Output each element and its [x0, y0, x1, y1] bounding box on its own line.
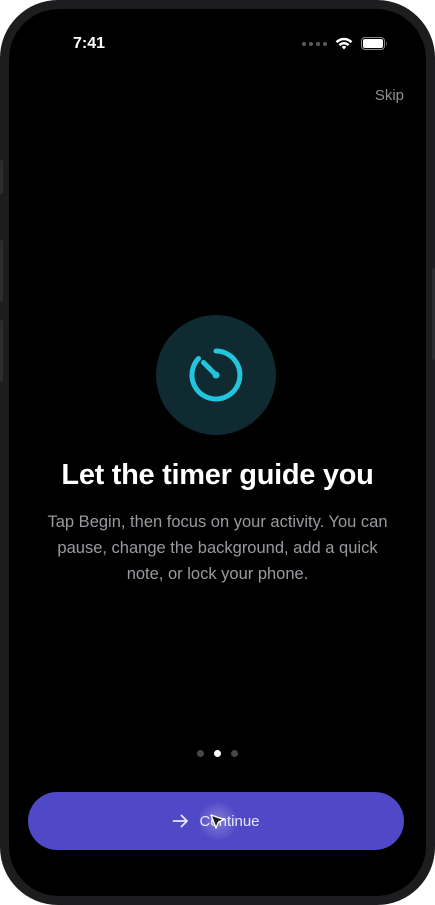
timer-icon-badge: [156, 315, 276, 435]
status-indicators: [302, 37, 388, 50]
continue-button[interactable]: Continue: [28, 792, 404, 850]
volume-down-button: [0, 320, 3, 382]
skip-button[interactable]: Skip: [375, 87, 404, 104]
app-screen: 7:41 Skip Let the timer guide you Tap Be…: [9, 9, 426, 896]
page-dot-3[interactable]: [231, 750, 238, 757]
timer-icon: [189, 348, 243, 402]
battery-icon: [361, 37, 387, 50]
onboarding-title: Let the timer guide you: [61, 459, 374, 491]
volume-up-button: [0, 240, 3, 302]
arrow-right-icon: [173, 814, 189, 828]
page-indicator[interactable]: [9, 750, 426, 757]
status-time: 7:41: [73, 35, 106, 52]
continue-label: Continue: [199, 812, 260, 830]
cellular-signal-icon: [302, 41, 327, 46]
wifi-icon: [335, 37, 353, 50]
page-dot-1[interactable]: [197, 750, 204, 757]
page-dot-2-active[interactable]: [214, 750, 221, 757]
onboarding-description: Tap Begin, then focus on your activity. …: [47, 513, 388, 583]
action-button: [0, 160, 3, 194]
phone-frame: 7:41 Skip Let the timer guide you Tap Be…: [0, 0, 435, 905]
